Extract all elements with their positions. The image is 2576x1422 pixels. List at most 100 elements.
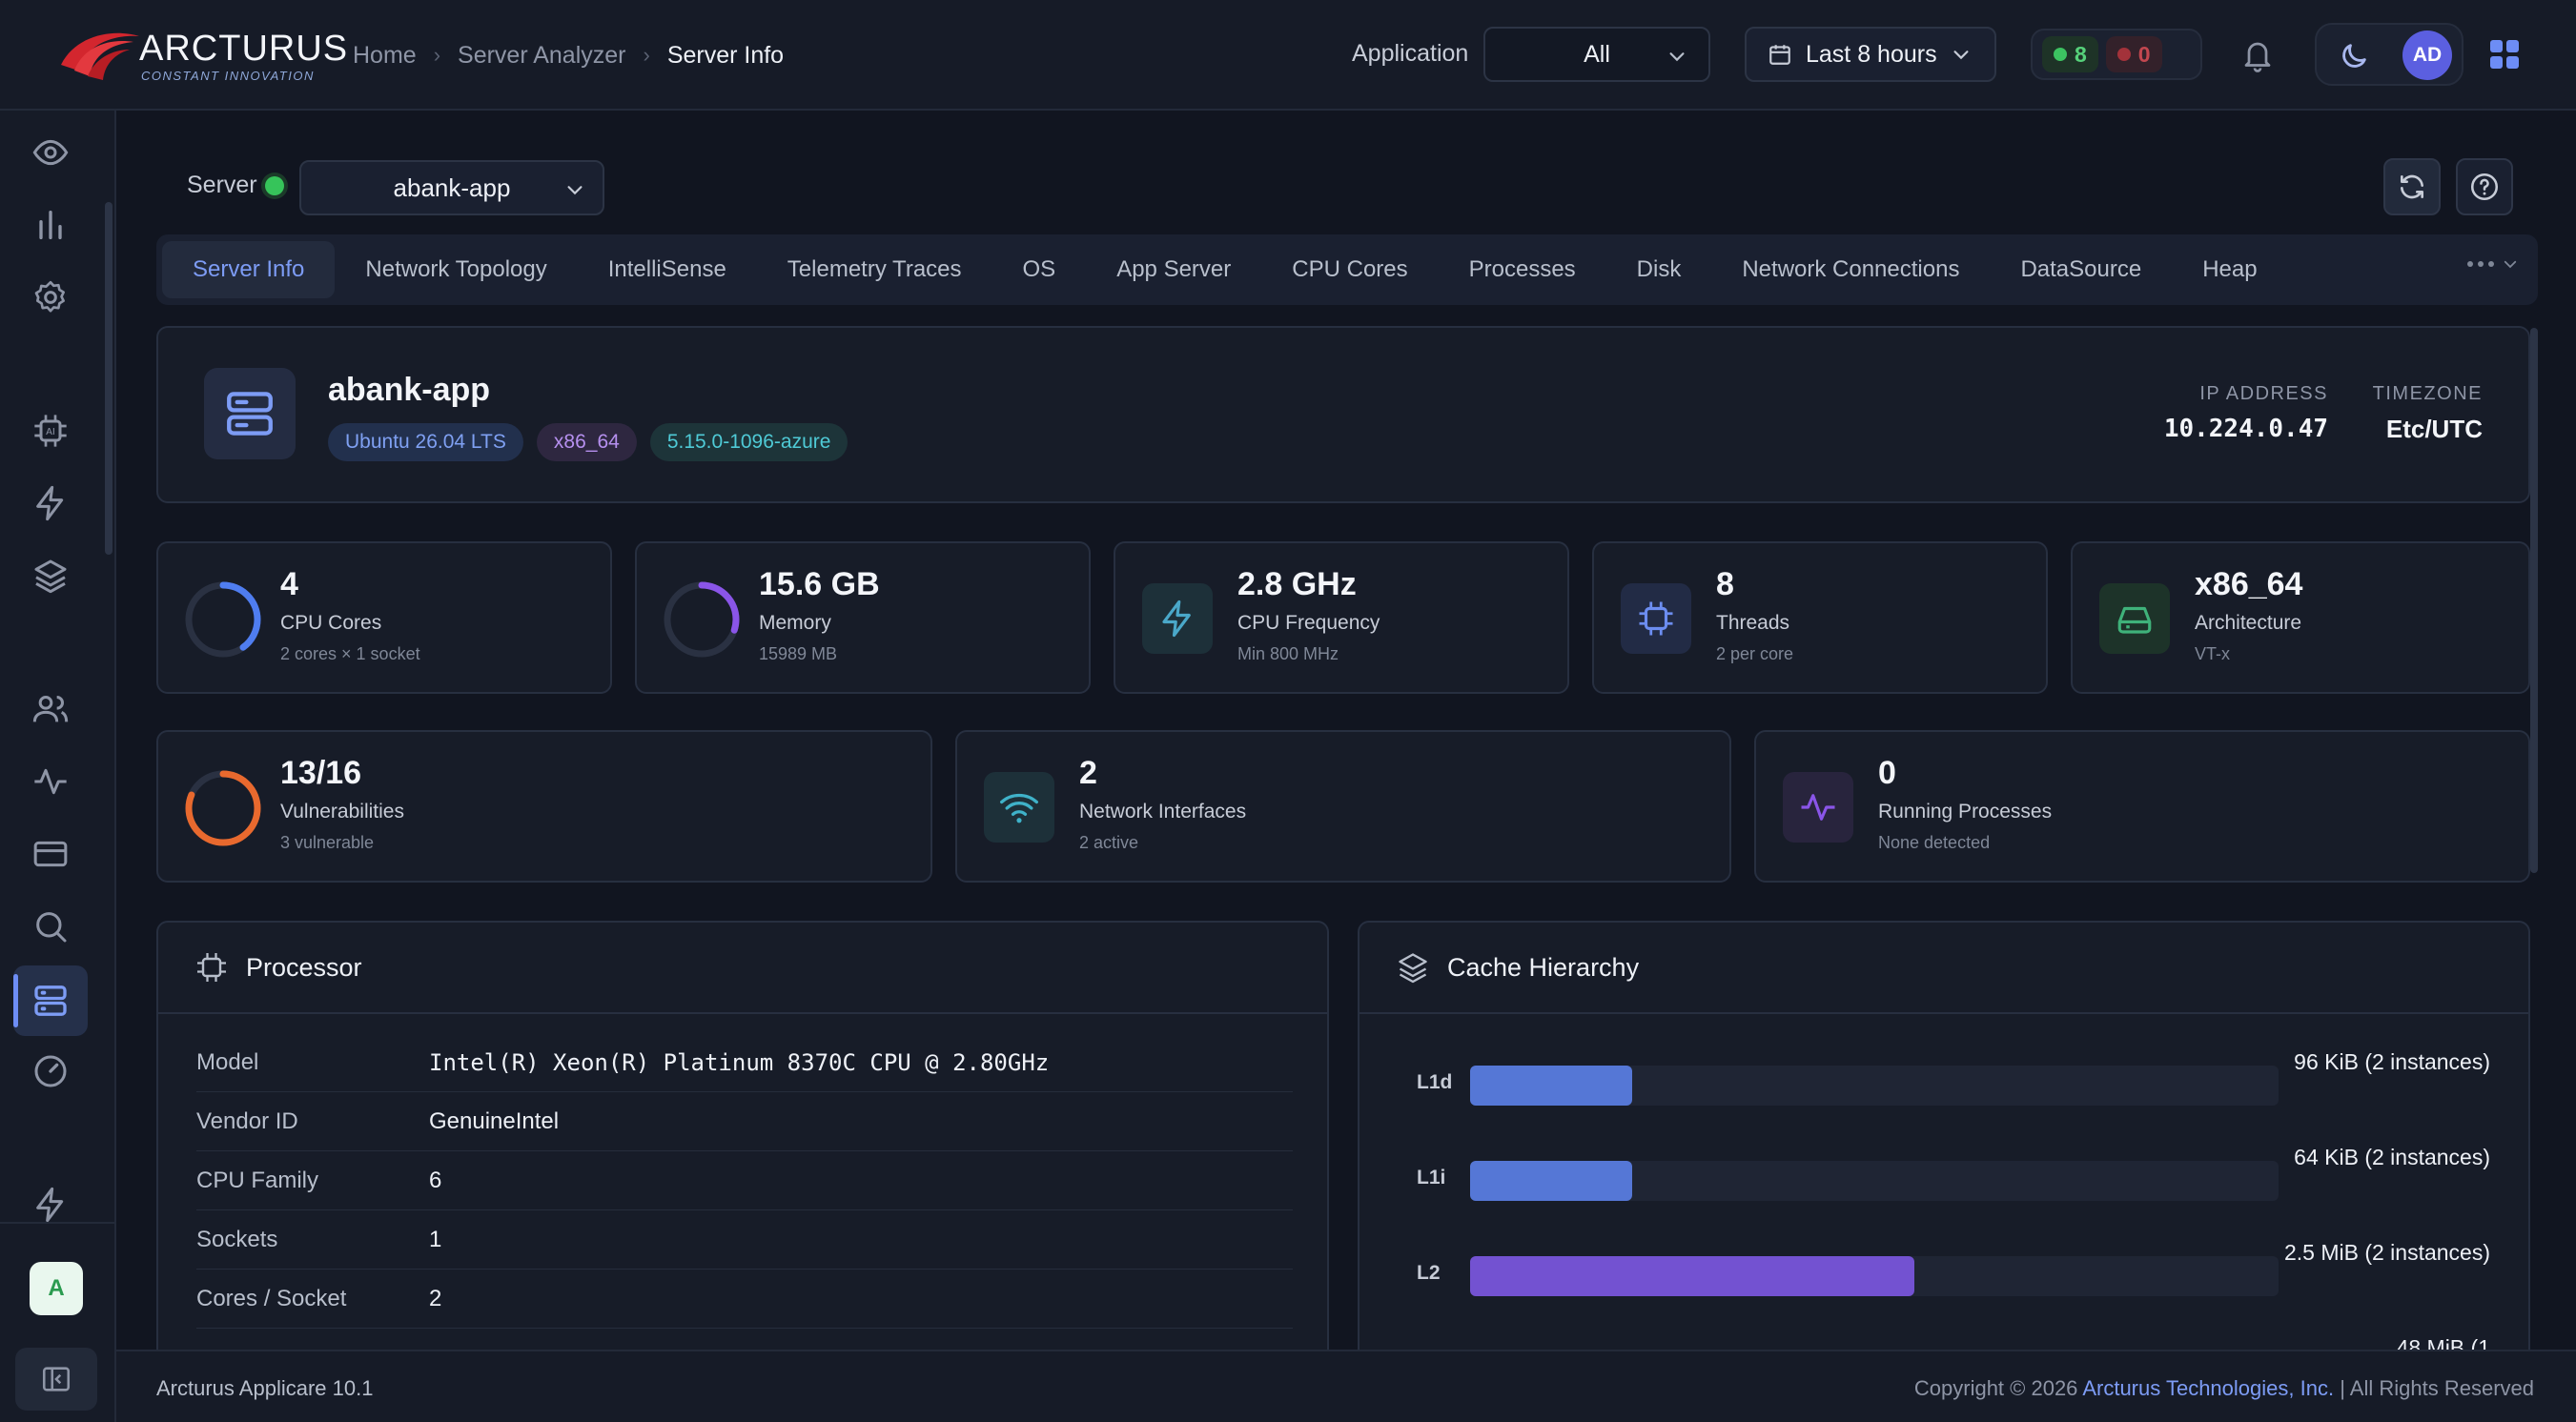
user-avatar[interactable]: AD xyxy=(2402,30,2452,80)
tab-telemetry-traces[interactable]: Telemetry Traces xyxy=(757,241,992,298)
moon-icon[interactable] xyxy=(2338,40,2370,72)
cache-row-l1i: L1i 64 KiB (2 instances) xyxy=(1360,1140,2528,1235)
layers-icon xyxy=(1399,953,1427,984)
bell-icon[interactable] xyxy=(2240,36,2275,74)
processor-value: 6 xyxy=(429,1167,442,1193)
company-link[interactable]: Arcturus Technologies, Inc. xyxy=(2082,1376,2334,1400)
timezone-value: Etc/UTC xyxy=(2385,415,2483,443)
status-ok-count: 8 xyxy=(2075,41,2087,67)
sidebar-user-avatar[interactable]: A xyxy=(30,1262,83,1315)
tab-bar: Server Info Network Topology IntelliSens… xyxy=(156,234,2538,305)
cache-title: Cache Hierarchy xyxy=(1447,952,1640,982)
processor-row-family: CPU Family 6 xyxy=(196,1151,1293,1210)
sidebar-scrollbar[interactable] xyxy=(105,202,112,555)
vulnerabilities-label: Vulnerabilities xyxy=(280,801,404,823)
processor-card: Processor Model Intel(R) Xeon(R) Platinu… xyxy=(156,921,1329,1350)
bolt-icon[interactable] xyxy=(31,1186,70,1224)
memory-value: 15.6 GB xyxy=(759,566,880,602)
apps-grid-icon[interactable] xyxy=(2479,30,2530,78)
processor-key: CPU Family xyxy=(196,1167,319,1193)
refresh-icon xyxy=(2401,174,2423,199)
running-processes-sub: None detected xyxy=(1878,833,1991,852)
cpu-frequency-label: CPU Frequency xyxy=(1237,612,1380,634)
chevron-down-icon xyxy=(1669,52,1685,62)
running-processes-label: Running Processes xyxy=(1878,801,2053,823)
network-icon-box xyxy=(984,772,1054,843)
more-horizontal-icon xyxy=(2467,261,2494,267)
status-error-badge[interactable]: 0 xyxy=(2105,36,2162,72)
panel-collapse-icon xyxy=(42,1367,71,1392)
stat-card-architecture: x86_64 Architecture VT-x xyxy=(2071,541,2530,694)
tab-network-topology[interactable]: Network Topology xyxy=(335,241,577,298)
status-ok-badge[interactable]: 8 xyxy=(2042,36,2098,72)
tabs-overflow-button[interactable] xyxy=(2465,255,2519,273)
cache-level-label: L1i xyxy=(1417,1167,1446,1188)
processor-row-vendor: Vendor ID GenuineIntel xyxy=(196,1092,1293,1151)
help-button[interactable] xyxy=(2456,158,2513,215)
layers-icon[interactable] xyxy=(31,557,70,595)
card-icon[interactable] xyxy=(31,835,70,873)
rights-text: | All Rights Reserved xyxy=(2340,1376,2534,1400)
user-controls: AD xyxy=(2315,23,2464,86)
running-processes-value: 0 xyxy=(1878,755,1896,791)
breadcrumb-server-analyzer[interactable]: Server Analyzer xyxy=(458,42,625,70)
brand-logo[interactable]: ARCTURUS CONSTANT INNOVATION xyxy=(57,25,347,86)
stat-card-cpu-frequency: 2.8 GHz CPU Frequency Min 800 MHz xyxy=(1114,541,1569,694)
breadcrumb-home[interactable]: Home xyxy=(353,42,417,70)
bolt-icon[interactable] xyxy=(31,484,70,522)
tab-intellisense[interactable]: IntelliSense xyxy=(578,241,757,298)
server-identity-card: abank-app Ubuntu 26.04 LTS x86_64 5.15.0… xyxy=(156,326,2530,503)
frequency-icon-box xyxy=(1142,583,1213,654)
refresh-button[interactable] xyxy=(2383,158,2441,215)
tab-disk[interactable]: Disk xyxy=(1606,241,1712,298)
sidebar-active-indicator xyxy=(13,974,18,1027)
cache-bar-track xyxy=(1470,1161,2279,1201)
bar-chart-icon[interactable] xyxy=(31,206,70,244)
search-icon[interactable] xyxy=(31,907,70,945)
ai-chip-icon[interactable]: AI xyxy=(31,412,70,450)
sidebar-collapse-button[interactable] xyxy=(15,1348,97,1411)
gear-icon[interactable] xyxy=(31,278,70,316)
tab-os[interactable]: OS xyxy=(992,241,1087,298)
tab-cpu-cores[interactable]: CPU Cores xyxy=(1261,241,1438,298)
memory-sub: 15989 MB xyxy=(759,644,838,663)
application-select[interactable]: All xyxy=(1483,27,1710,82)
threads-value: 8 xyxy=(1716,566,1734,602)
eye-icon[interactable] xyxy=(31,133,70,172)
stat-card-cpu-cores: 4 CPU Cores 2 cores × 1 socket xyxy=(156,541,612,694)
processor-key: Cores / Socket xyxy=(196,1285,347,1311)
threads-icon-box xyxy=(1621,583,1691,654)
cache-bar-track xyxy=(1470,1256,2279,1296)
footer-version: Arcturus Applicare 10.1 xyxy=(156,1376,374,1400)
users-icon[interactable] xyxy=(31,690,70,728)
activity-icon[interactable] xyxy=(31,762,70,801)
cache-row-l2: L2 2.5 MiB (2 instances) xyxy=(1360,1235,2528,1331)
main-scrollbar[interactable] xyxy=(2530,328,2538,873)
time-range-select[interactable]: Last 8 hours xyxy=(1745,27,1996,82)
vulnerabilities-sub: 3 vulnerable xyxy=(280,833,375,852)
calendar-icon xyxy=(1769,45,1790,65)
activity-icon xyxy=(1801,794,1835,821)
stat-card-threads: 8 Threads 2 per core xyxy=(1592,541,2048,694)
ip-address-label: IP ADDRESS xyxy=(2199,383,2328,404)
gauge-icon[interactable] xyxy=(31,1052,70,1090)
tab-datasource[interactable]: DataSource xyxy=(1990,241,2172,298)
architecture-icon-box xyxy=(2099,583,2170,654)
tab-processes[interactable]: Processes xyxy=(1439,241,1606,298)
cpu-cores-label: CPU Cores xyxy=(280,612,382,634)
tab-server-info[interactable]: Server Info xyxy=(162,241,336,298)
server-icon[interactable] xyxy=(31,982,70,1020)
processor-value: Intel(R) Xeon(R) Platinum 8370C CPU @ 2.… xyxy=(429,1048,1050,1076)
main-content: Server abank-app Server Info Network Top… xyxy=(116,112,2576,1350)
tab-heap[interactable]: Heap xyxy=(2172,241,2287,298)
cache-row-l1d: L1d 96 KiB (2 instances) xyxy=(1360,1045,2528,1140)
architecture-value: x86_64 xyxy=(2195,566,2303,602)
tab-app-server[interactable]: App Server xyxy=(1086,241,1261,298)
tab-network-connections[interactable]: Network Connections xyxy=(1711,241,1990,298)
footer: Arcturus Applicare 10.1 Copyright © 2026… xyxy=(116,1350,2576,1422)
application-label: Application xyxy=(1352,40,1469,67)
cache-size-value: 48 MiB (1 xyxy=(2396,1335,2490,1350)
server-select[interactable]: abank-app xyxy=(299,160,604,215)
status-summary[interactable]: 8 0 xyxy=(2031,29,2202,80)
memory-ring xyxy=(664,581,740,658)
